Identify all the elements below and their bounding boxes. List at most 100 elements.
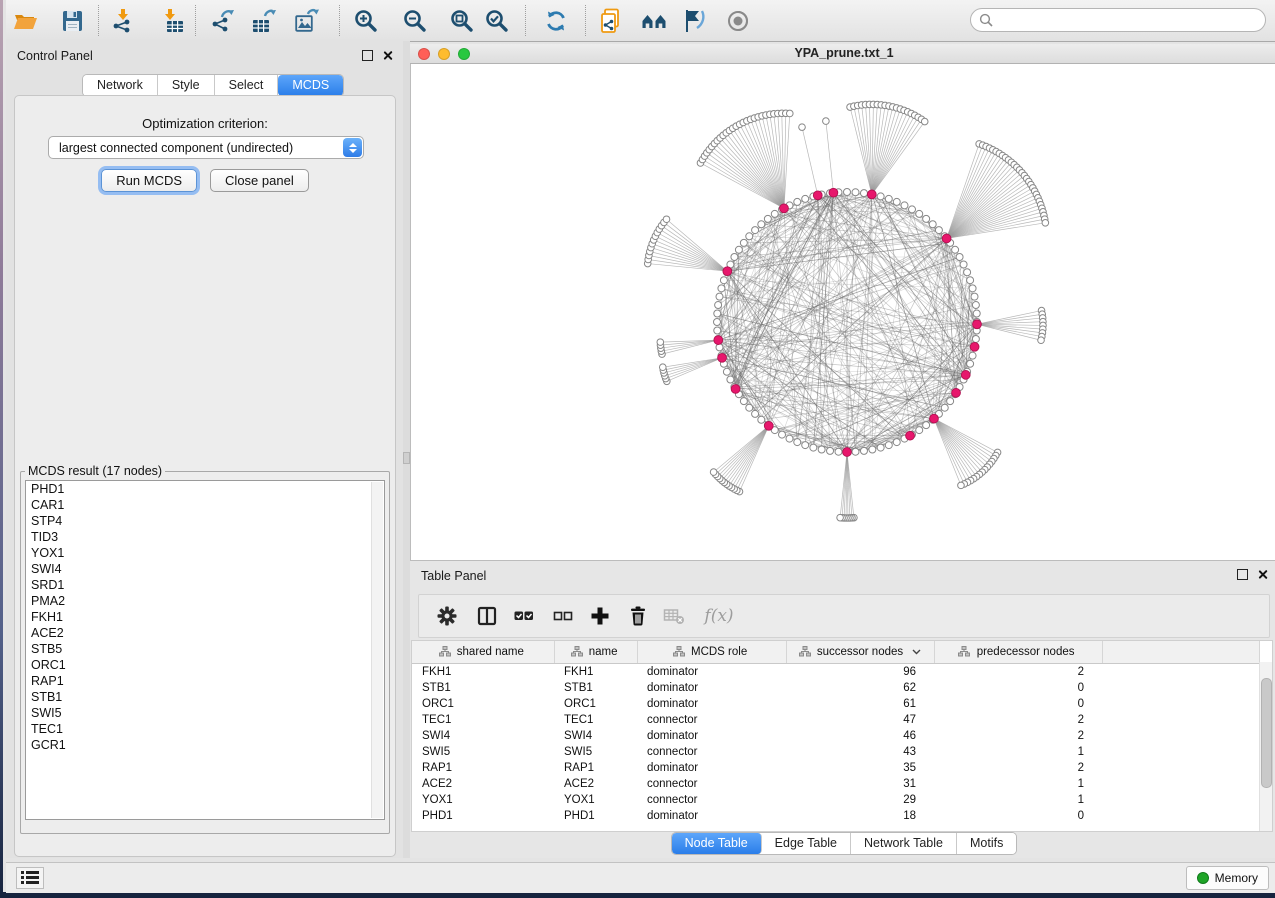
table-settings-button[interactable] (433, 604, 461, 628)
mcds-result-item[interactable]: RAP1 (26, 673, 384, 689)
table-row[interactable]: RAP1RAP1dominator352 (412, 760, 1260, 776)
table-row[interactable]: YOX1YOX1connector291 (412, 792, 1260, 808)
table-cell[interactable]: dominator (637, 728, 786, 744)
table-row[interactable]: STB1STB1dominator620 (412, 680, 1260, 696)
network-graph[interactable] (411, 64, 1275, 558)
network-node[interactable] (942, 234, 951, 243)
open-file-button[interactable] (8, 6, 42, 36)
refresh-button[interactable] (539, 6, 573, 36)
table-row[interactable]: PHD1PHD1dominator180 (412, 808, 1260, 824)
table-cell[interactable]: STB1 (554, 680, 637, 696)
column-header-successor-nodes[interactable]: successor nodes (786, 641, 934, 664)
tab-select[interactable]: Select (215, 75, 279, 96)
column-header-name[interactable]: name (554, 641, 637, 664)
search-objects-button[interactable] (637, 6, 671, 36)
splitter-grip[interactable] (403, 452, 410, 464)
tab-node-table[interactable]: Node Table (672, 833, 762, 854)
table-cell[interactable]: 31 (786, 776, 934, 792)
table-cell[interactable]: 0 (934, 696, 1102, 712)
table-cell[interactable]: PHD1 (412, 808, 554, 824)
table-cell[interactable]: RAP1 (412, 760, 554, 776)
add-row-button[interactable] (586, 604, 614, 628)
table-cell[interactable]: 2 (934, 664, 1102, 681)
network-node[interactable] (813, 191, 822, 200)
network-node[interactable] (867, 190, 876, 199)
zoom-out-button[interactable] (398, 6, 432, 36)
table-cell[interactable]: TEC1 (554, 712, 637, 728)
float-table-panel-icon[interactable] (1237, 569, 1248, 580)
export-image-button[interactable] (290, 6, 324, 36)
criterion-dropdown[interactable]: largest connected component (undirected) (48, 136, 364, 159)
network-node[interactable] (970, 342, 979, 351)
mcds-result-item[interactable]: SWI5 (26, 705, 384, 721)
table-cell[interactable]: RAP1 (554, 760, 637, 776)
table-row[interactable]: SWI4SWI4dominator462 (412, 728, 1260, 744)
table-row[interactable]: SWI5SWI5connector431 (412, 744, 1260, 760)
search-input[interactable] (998, 12, 1265, 28)
apply-function-button[interactable]: f(x) (699, 604, 739, 628)
table-cell[interactable]: SWI4 (554, 728, 637, 744)
network-node[interactable] (829, 188, 838, 197)
export-network-button[interactable] (206, 6, 240, 36)
network-canvas[interactable] (410, 64, 1275, 561)
mcds-result-item[interactable]: STB5 (26, 641, 384, 657)
table-cell[interactable]: 43 (786, 744, 934, 760)
tab-network-table[interactable]: Network Table (851, 833, 957, 854)
table-row[interactable]: FKH1FKH1dominator962 (412, 664, 1260, 681)
zoom-selected-button[interactable] (480, 6, 514, 36)
tab-style[interactable]: Style (158, 75, 215, 96)
mcds-result-item[interactable]: GCR1 (26, 737, 384, 753)
table-cell[interactable]: 62 (786, 680, 934, 696)
table-cell[interactable]: ACE2 (412, 776, 554, 792)
network-node[interactable] (780, 204, 789, 213)
clone-network-button[interactable] (594, 6, 628, 36)
table-cell[interactable]: dominator (637, 664, 786, 681)
table-cell[interactable]: ORC1 (554, 696, 637, 712)
zoom-in-button[interactable] (349, 6, 383, 36)
import-network-button[interactable] (106, 6, 140, 36)
mcds-result-item[interactable]: TEC1 (26, 721, 384, 737)
table-cell[interactable]: 1 (934, 792, 1102, 808)
table-cell[interactable]: connector (637, 776, 786, 792)
table-cell[interactable]: connector (637, 792, 786, 808)
network-node[interactable] (961, 370, 970, 379)
table-cell[interactable]: connector (637, 744, 786, 760)
deselect-all-button[interactable] (549, 604, 577, 628)
save-session-button[interactable] (55, 6, 89, 36)
mcds-result-item[interactable]: STP4 (26, 513, 384, 529)
mcds-result-item[interactable]: STB1 (26, 689, 384, 705)
table-cell[interactable]: SWI4 (412, 728, 554, 744)
mcds-result-item[interactable]: PHD1 (26, 481, 384, 497)
task-history-button[interactable] (16, 867, 44, 889)
tab-mcds[interactable]: MCDS (278, 75, 343, 96)
table-cell[interactable]: ACE2 (554, 776, 637, 792)
mcds-result-item[interactable]: FKH1 (26, 609, 384, 625)
table-cell[interactable]: dominator (637, 808, 786, 824)
network-node[interactable] (764, 421, 773, 430)
column-header-shared-name[interactable]: shared name (412, 641, 554, 664)
table-cell[interactable]: dominator (637, 680, 786, 696)
panel-splitter[interactable] (403, 41, 410, 858)
close-panel-button[interactable]: Close panel (210, 169, 309, 192)
table-cell[interactable]: 0 (934, 680, 1102, 696)
table-cell[interactable]: 18 (786, 808, 934, 824)
mcds-result-item[interactable]: ACE2 (26, 625, 384, 641)
mcds-result-item[interactable]: TID3 (26, 529, 384, 545)
hide-selected-button[interactable] (677, 6, 711, 36)
close-panel-icon[interactable] (382, 50, 393, 61)
table-cell[interactable]: 1 (934, 776, 1102, 792)
column-header-mcds-role[interactable]: MCDS role (637, 641, 786, 664)
table-cell[interactable]: STB1 (412, 680, 554, 696)
delete-row-button[interactable] (624, 604, 652, 628)
network-node[interactable] (952, 388, 961, 397)
table-cell[interactable]: FKH1 (554, 664, 637, 681)
table-cell[interactable]: YOX1 (554, 792, 637, 808)
network-node[interactable] (906, 431, 915, 440)
table-cell[interactable]: 46 (786, 728, 934, 744)
network-node[interactable] (930, 414, 939, 423)
network-node[interactable] (843, 448, 852, 457)
table-row[interactable]: ORC1ORC1dominator610 (412, 696, 1260, 712)
table-cell[interactable]: dominator (637, 696, 786, 712)
table-cell[interactable]: 2 (934, 712, 1102, 728)
table-cell[interactable]: SWI5 (554, 744, 637, 760)
